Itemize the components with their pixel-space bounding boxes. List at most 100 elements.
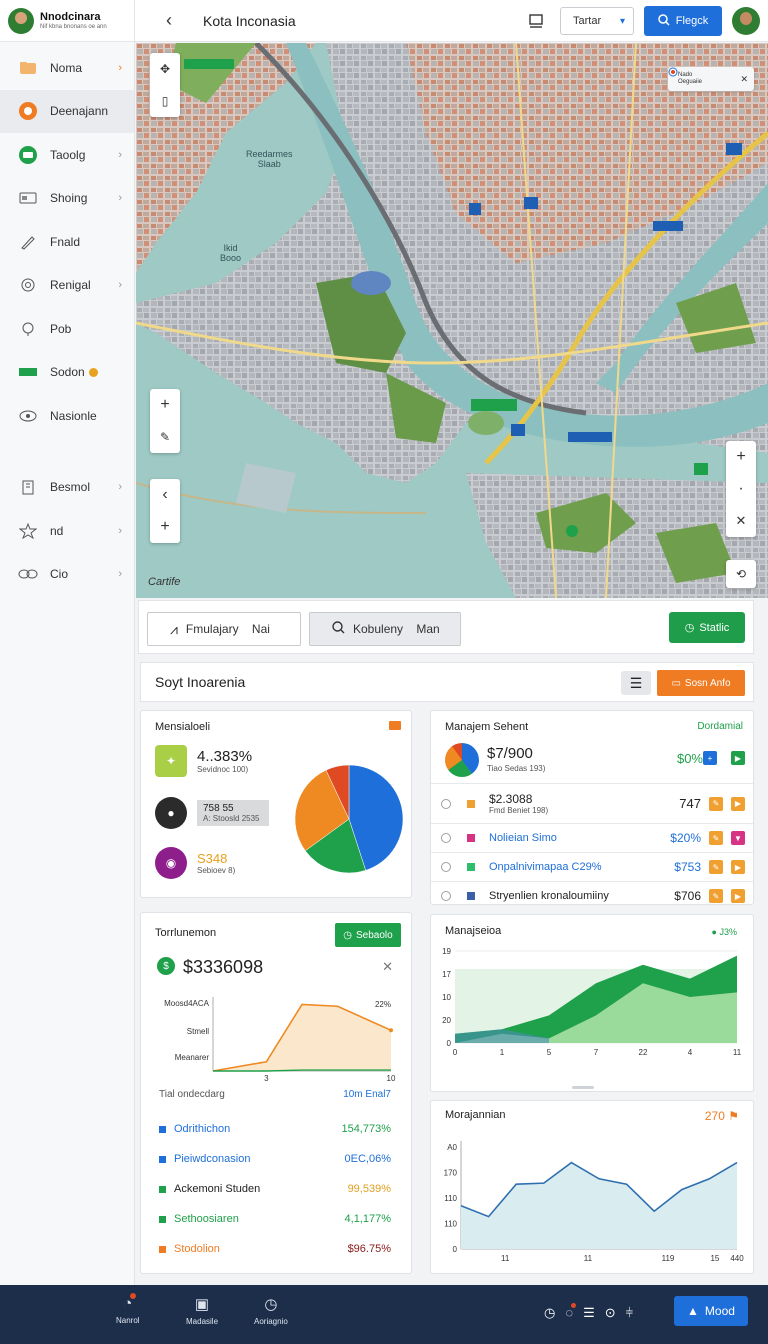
- statistic-button[interactable]: ◷ Statlic: [669, 612, 745, 643]
- map-info-card[interactable]: Nado Oeguaiie ✕: [668, 67, 754, 91]
- overview-card: Mensialoeli ✦ 4..383% Sevidnoc 100) ● 75…: [140, 710, 412, 898]
- turnover-button[interactable]: ◷ Sebaolo: [335, 923, 401, 947]
- user-avatar[interactable]: [732, 7, 760, 35]
- map-attribution: Cartife: [148, 576, 181, 588]
- section-title: Soyt Inoarenia: [155, 674, 246, 690]
- bookmark-icon[interactable]: ▼: [731, 831, 745, 845]
- sidebar-item-fnald[interactable]: Fnald: [0, 220, 134, 264]
- sidebar-item-nasionle[interactable]: Nasionle: [0, 394, 134, 438]
- scroll-handle[interactable]: [572, 1086, 594, 1089]
- notification-icon[interactable]: ◌: [565, 1303, 577, 1321]
- map-view[interactable]: Reedarmes Slaab Ikid Booo Nado Oeguaiie …: [136, 43, 768, 598]
- list-item[interactable]: Onpalnivimapaa C29% $753 ✎ ▶: [431, 852, 753, 881]
- section-header: Soyt Inoarenia ☰ ▭ Sosn Anfo: [140, 662, 754, 702]
- route-input[interactable]: ⩘ Fmulajary Nai: [147, 612, 301, 646]
- sidebar: Nnodcinara Nif kbna bnonans oe ann Noma …: [0, 0, 135, 1285]
- sidebar-item-nd[interactable]: nd ›: [0, 509, 134, 553]
- add-icon[interactable]: +: [150, 511, 180, 543]
- play-icon[interactable]: ▶: [731, 889, 745, 903]
- y-tick-label: 20: [442, 1016, 451, 1025]
- chevron-right-icon: ›: [118, 192, 122, 205]
- zoom-in-icon[interactable]: +: [726, 441, 756, 473]
- row-label: Ackemoni Studen: [174, 1183, 261, 1195]
- rotate-icon[interactable]: ⟲: [726, 560, 756, 588]
- clock-icon[interactable]: ◷: [544, 1305, 555, 1321]
- list-item[interactable]: $2.3088 Fmd Beniet 198) 747 ✎ ▶: [431, 783, 753, 823]
- play-icon[interactable]: ▶: [731, 796, 745, 811]
- chevron-left-icon[interactable]: ‹: [150, 479, 180, 511]
- route-input-value: Fmulajary Nai: [185, 622, 270, 636]
- row-label: Onpalnivimapaa C29%: [489, 861, 602, 873]
- sidebar-item-sodon[interactable]: Sodon: [0, 351, 134, 395]
- card-title: Manajseioa: [445, 925, 502, 937]
- ruler-icon[interactable]: ▯: [150, 85, 180, 117]
- move-icon[interactable]: ✥: [150, 53, 180, 85]
- bottom-item-aoriagnio[interactable]: ◷ Aoriagnio: [254, 1295, 288, 1326]
- close-icon[interactable]: ✕: [726, 505, 756, 537]
- list-item[interactable]: Odrithichon 154,773%: [159, 1121, 391, 1137]
- sidebar-item-pob[interactable]: Pob: [0, 307, 134, 351]
- color-swatch: [467, 834, 475, 842]
- play-icon[interactable]: ▶: [731, 751, 745, 765]
- edit-icon[interactable]: ✎: [709, 831, 723, 845]
- filter-icon[interactable]: ⫩: [626, 1305, 633, 1321]
- turnover-line-chart: Moosd4ACA Stmell Meanarer 22% 3 10: [164, 997, 396, 1083]
- x-tick-label: 22: [639, 1048, 648, 1057]
- card-link[interactable]: Dordamial: [697, 721, 743, 732]
- bottom-bar: ◔ Nanrol ▣ Madasile ◷ Aoriagnio ◷ ◌ ☰ ⊙ …: [0, 1285, 768, 1344]
- x-tick-label: 119: [662, 1254, 675, 1263]
- list-item[interactable]: Stryenlien kronaloumiiny $706 ✎ ▶: [431, 881, 753, 910]
- color-swatch: [159, 1215, 166, 1223]
- back-button[interactable]: ‹: [149, 3, 189, 39]
- add-icon[interactable]: +: [703, 751, 717, 765]
- close-icon[interactable]: ✕: [740, 74, 748, 85]
- list-item[interactable]: Stodolion $96.75%: [159, 1241, 391, 1257]
- stat-row: ◉ S348 Sebioev 8): [155, 847, 235, 879]
- search-button[interactable]: Flegck: [644, 6, 722, 36]
- sidebar-item-noma[interactable]: Noma ›: [0, 46, 134, 90]
- list-item[interactable]: Nolieian Simo $20% ✎ ▼: [431, 823, 753, 852]
- list-item[interactable]: Sethoosiaren 4,1,177%: [159, 1211, 391, 1227]
- search-input[interactable]: Kobuleny Man: [309, 612, 461, 646]
- radio-button[interactable]: [441, 891, 451, 901]
- sidebar-item-renigal[interactable]: Renigal ›: [0, 264, 134, 308]
- sidebar-item-taoolg[interactable]: Taoolg ›: [0, 133, 134, 177]
- menu-button[interactable]: ☰: [621, 671, 651, 695]
- filter-select-value: Tartar: [573, 15, 602, 27]
- footer-right[interactable]: 10m Enal7: [343, 1089, 391, 1100]
- chat-icon: [18, 145, 38, 165]
- bottom-item-madasile[interactable]: ▣ Madasile: [186, 1295, 218, 1326]
- filter-select[interactable]: Tartar ▾: [560, 7, 634, 35]
- zoom-in-icon[interactable]: +: [150, 389, 180, 421]
- radio-button[interactable]: [441, 833, 451, 843]
- list-item[interactable]: Ackemoni Studen 99,539%: [159, 1181, 391, 1197]
- search-button-label: Flegck: [675, 15, 709, 27]
- radio-button[interactable]: [441, 862, 451, 872]
- y-tick-label: 170: [444, 1169, 458, 1178]
- zoom-out-icon[interactable]: ·: [726, 473, 756, 505]
- radio-button[interactable]: [441, 798, 451, 809]
- sidebar-item-cio[interactable]: Cio ›: [0, 553, 134, 597]
- info-button[interactable]: ▭ Sosn Anfo: [657, 670, 745, 696]
- map-fullscreen-control: ⟲: [726, 560, 756, 588]
- list-item[interactable]: Pieiwdconasion 0EC,06%: [159, 1151, 391, 1167]
- menu-icon[interactable]: ☰: [583, 1305, 595, 1321]
- edit-icon[interactable]: ✎: [709, 796, 723, 811]
- edit-icon[interactable]: ✎: [709, 889, 723, 903]
- sidebar-item-shoing[interactable]: Shoing ›: [0, 177, 134, 221]
- mode-button[interactable]: ▲ Mood: [674, 1296, 748, 1326]
- dashboard-icon[interactable]: [522, 7, 550, 35]
- close-icon[interactable]: ✕: [382, 959, 393, 975]
- settings-icon[interactable]: ⊙: [605, 1305, 616, 1321]
- menu-icon: ☰: [629, 674, 643, 691]
- bottom-item-nanrol[interactable]: ◔ Nanrol: [116, 1293, 140, 1325]
- card-icon: [18, 188, 38, 208]
- row-label: Nolieian Simo: [489, 832, 557, 844]
- play-icon[interactable]: ▶: [731, 860, 745, 874]
- edit-icon[interactable]: ✎: [709, 860, 723, 874]
- row-label: Stodolion: [174, 1243, 220, 1255]
- sidebar-item-besmol[interactable]: Besmol ›: [0, 466, 134, 510]
- draw-icon[interactable]: ✎: [150, 421, 180, 453]
- sidebar-item-deenajann[interactable]: Deenajann: [0, 89, 134, 133]
- data-point: [389, 1028, 393, 1033]
